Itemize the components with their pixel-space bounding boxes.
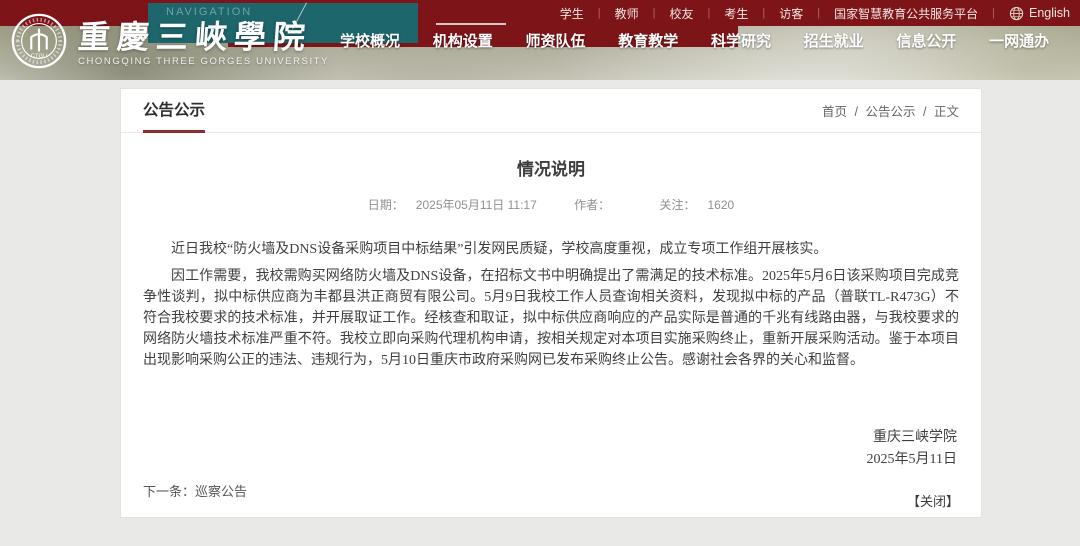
nav-item-online-services[interactable]: 一网通办 — [989, 30, 1049, 51]
topbar-link-alumni[interactable]: 校友 — [670, 5, 694, 22]
article-meta: 日期： 2025年05月11日 11:17 作者： 关注： 1620 — [121, 196, 981, 213]
section-header: 公告公示 首页 / 公告公示 / 正文 — [121, 89, 981, 133]
section-title: 公告公示 — [143, 98, 205, 132]
globe-icon — [1009, 6, 1024, 21]
meta-date-value: 2025年05月11日 11:17 — [416, 198, 537, 212]
close-button[interactable]: 【关闭】 — [907, 491, 959, 510]
nav-item-admissions[interactable]: 招生就业 — [804, 30, 864, 51]
meta-date-label: 日期： — [368, 198, 404, 212]
topbar-link-faculty[interactable]: 教师 — [615, 5, 639, 22]
content-card: 公告公示 首页 / 公告公示 / 正文 情况说明 日期： 2025年05月11日 … — [120, 88, 982, 518]
separator: | — [817, 7, 820, 19]
separator: | — [992, 7, 995, 19]
separator: | — [708, 7, 711, 19]
topbar-link-candidates[interactable]: 考生 — [724, 5, 748, 22]
breadcrumb-announcements[interactable]: 公告公示 — [866, 105, 916, 119]
university-name-en: CHONGQING THREE GORGES UNIVERSITY — [78, 56, 329, 67]
section-title-text: 公告公示 — [143, 102, 205, 119]
main-navigation: 学校概况 机构设置 师资队伍 教育教学 科学研究 招生就业 信息公开 一网通办 … — [340, 30, 1080, 51]
article-signature: 重庆三峡学院 2025年5月11日 — [121, 427, 981, 471]
breadcrumb-home[interactable]: 首页 — [822, 105, 847, 119]
nav-active-indicator — [436, 23, 506, 25]
language-label: English — [1029, 6, 1070, 20]
meta-author-label: 作者： — [574, 198, 610, 212]
site-header: NAVIGATION 学生 | 教师 | 校友 | 考生 | 访客 | 国家智慧… — [0, 0, 1080, 80]
meta-views-label: 关注： — [659, 198, 695, 212]
next-article-label: 下一条： — [143, 484, 195, 499]
topbar-link-visitors[interactable]: 访客 — [779, 5, 803, 22]
section-title-underline — [143, 130, 205, 133]
article-paragraph: 因工作需要，我校需购买网络防火墙及DNS设备，在招标文书中明确提出了需满足的技术… — [143, 266, 959, 371]
topbar-link-students[interactable]: 学生 — [560, 5, 584, 22]
separator: | — [653, 7, 656, 19]
topbar-links: 学生 | 教师 | 校友 | 考生 | 访客 | 国家智慧教育公共服务平台 | … — [560, 0, 1070, 26]
breadcrumb: 首页 / 公告公示 / 正文 — [822, 101, 959, 132]
article-footer: 下一条：巡察公告 【关闭】 — [121, 481, 981, 510]
nav-item-faculty[interactable]: 师资队伍 — [525, 30, 585, 51]
article-paragraph: 近日我校“防火墙及DNS设备采购项目中标结果”引发网民质疑，学校高度重视，成立专… — [143, 239, 959, 260]
nav-item-organizations[interactable]: 机构设置 — [433, 30, 493, 51]
university-seal-icon: CTGU — [10, 12, 68, 70]
breadcrumb-separator: / — [923, 105, 926, 119]
svg-text:CTGU: CTGU — [31, 53, 47, 59]
nav-item-info-disclosure[interactable]: 信息公开 — [896, 30, 956, 51]
breadcrumb-separator: / — [855, 105, 858, 119]
nav-item-education[interactable]: 教育教学 — [618, 30, 678, 51]
next-article: 下一条：巡察公告 — [143, 481, 247, 500]
nav-item-research[interactable]: 科学研究 — [711, 30, 771, 51]
article-body: 近日我校“防火墙及DNS设备采购项目中标结果”引发网民质疑，学校高度重视，成立专… — [121, 239, 981, 371]
separator: | — [598, 7, 601, 19]
breadcrumb-current: 正文 — [934, 105, 959, 119]
next-article-link[interactable]: 巡察公告 — [195, 484, 247, 499]
article-title: 情况说明 — [121, 155, 981, 180]
nav-item-school-overview[interactable]: 学校概况 — [340, 30, 400, 51]
signature-date: 2025年5月11日 — [121, 449, 957, 471]
meta-views-value: 1620 — [708, 198, 735, 212]
topbar-link-smart-education-platform[interactable]: 国家智慧教育公共服务平台 — [834, 5, 978, 22]
separator: | — [762, 7, 765, 19]
signature-name: 重庆三峡学院 — [121, 427, 957, 449]
language-switch[interactable]: English — [1009, 6, 1070, 21]
university-logo[interactable]: CTGU 重慶三峽學院 CHONGQING THREE GORGES UNIVE… — [10, 12, 329, 70]
university-name-zh: 重慶三峽學院 — [77, 20, 330, 54]
